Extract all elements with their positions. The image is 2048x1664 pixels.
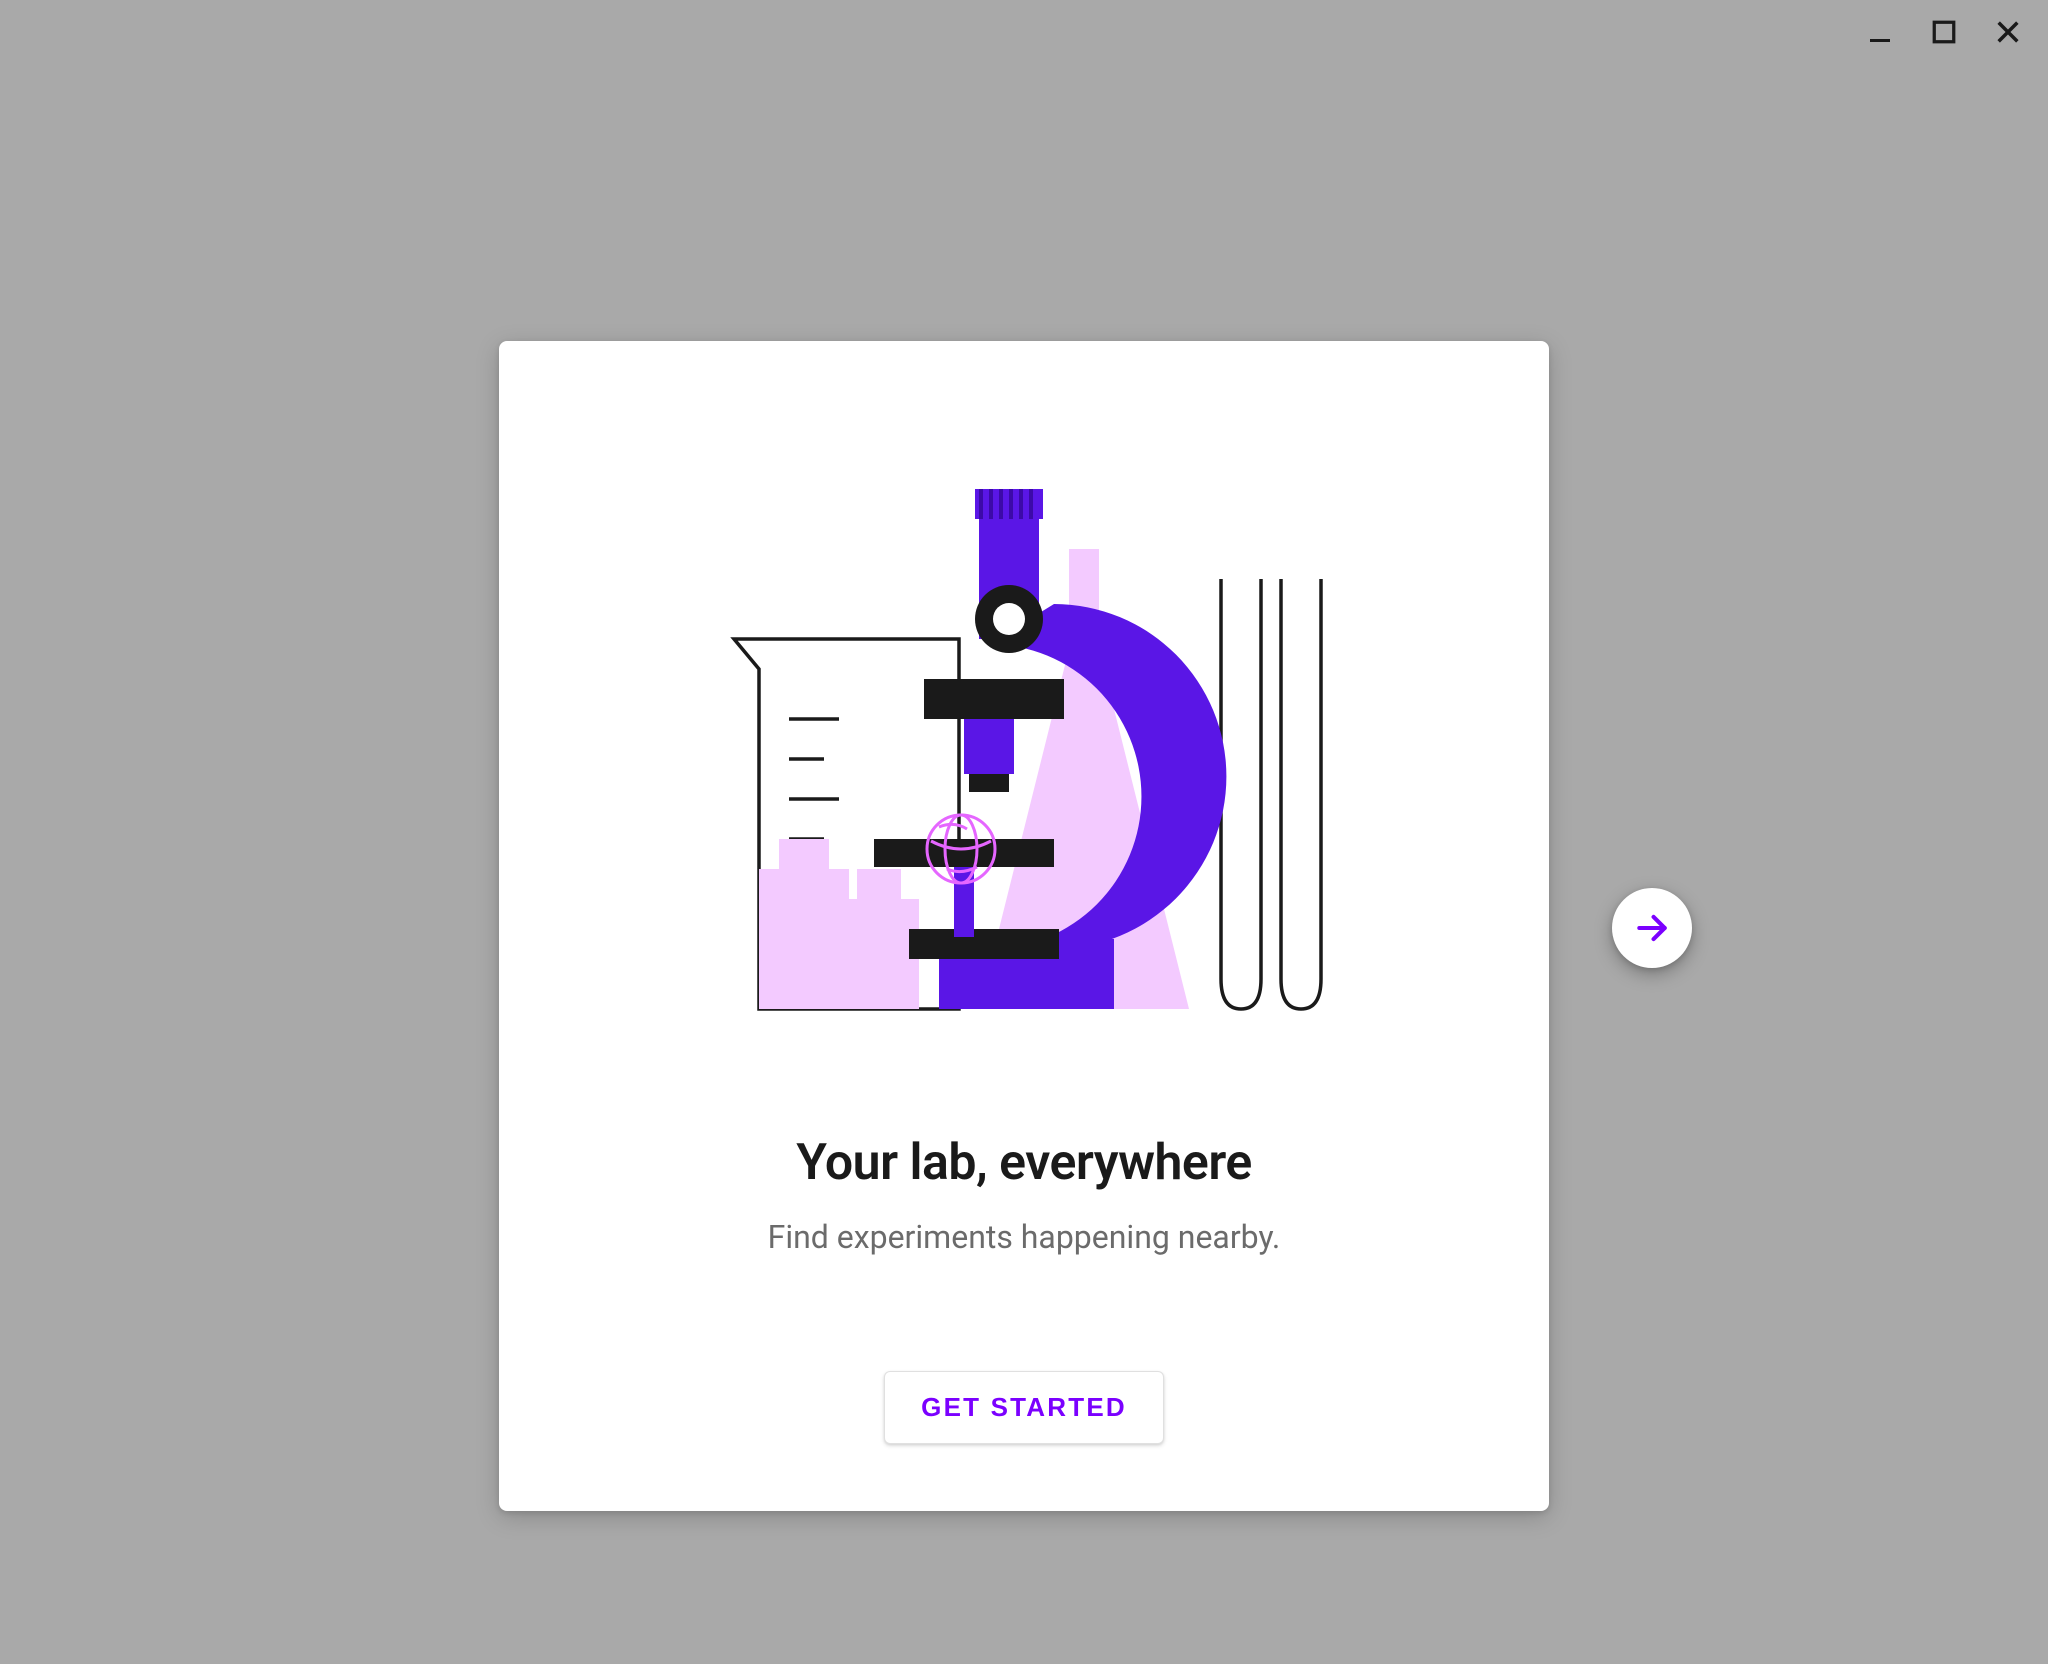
- arrow-right-icon: [1633, 909, 1671, 947]
- content-backdrop: Your lab, everywhere Find experiments ha…: [0, 64, 2048, 1664]
- next-button[interactable]: [1612, 888, 1692, 968]
- window-titlebar: [0, 0, 2048, 64]
- onboarding-subtitle: Find experiments happening nearby.: [768, 1218, 1281, 1256]
- minimize-icon: [1868, 20, 1892, 44]
- microscope-lab-illustration: [699, 449, 1349, 1029]
- onboarding-title: Your lab, everywhere: [796, 1134, 1252, 1192]
- onboarding-card: Your lab, everywhere Find experiments ha…: [499, 341, 1549, 1511]
- close-button[interactable]: [1980, 4, 2036, 60]
- close-icon: [1994, 18, 2022, 46]
- maximize-icon: [1931, 19, 1957, 45]
- minimize-button[interactable]: [1852, 4, 1908, 60]
- maximize-button[interactable]: [1916, 4, 1972, 60]
- get-started-button[interactable]: GET STARTED: [884, 1371, 1164, 1444]
